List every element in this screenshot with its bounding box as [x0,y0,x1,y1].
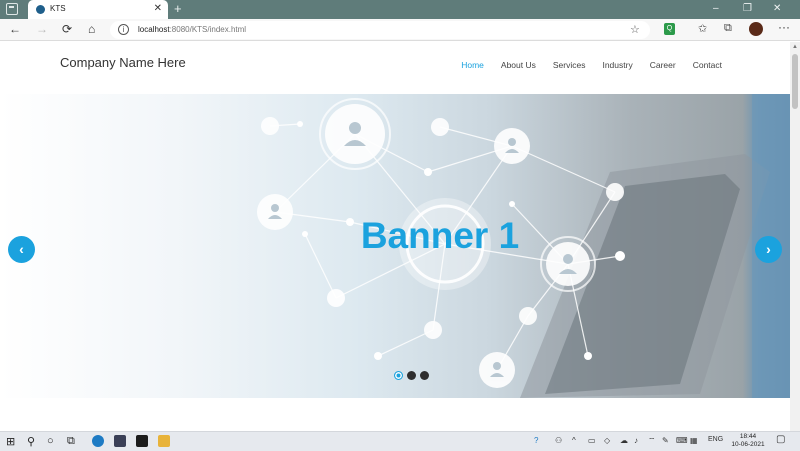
nav-services[interactable]: Services [553,60,586,70]
volume-icon[interactable]: ♪ [634,436,638,445]
browser-tab-bar: KTS ✕ + – ❐ ✕ [0,0,800,19]
wifi-icon[interactable]: ⌔ [648,436,656,446]
task-view-icon[interactable]: ⧉ [67,435,75,448]
search-icon[interactable]: ⚲ [27,435,35,448]
collections-icon[interactable]: ⧉ [724,22,732,35]
more-icon[interactable]: ··· [778,20,790,34]
cortana-icon[interactable]: ○ [47,435,54,447]
address-bar[interactable]: i localhost:8080/KTS/index.html ☆ [110,21,650,39]
battery-icon[interactable]: ▭ [588,436,596,445]
pen-icon[interactable]: ✎ [662,436,669,445]
keyboard-icon[interactable]: ⌨ [676,436,688,445]
nav-contact[interactable]: Contact [693,60,722,70]
chevron-right-icon: › [766,241,771,257]
brand-name[interactable]: Company Name Here [60,55,186,70]
notifications-icon[interactable]: ▢ [776,434,785,445]
carousel-dot-2[interactable] [407,371,416,380]
home-icon[interactable]: ⌂ [88,22,95,36]
windows-taskbar: ⊞ ⚲ ○ ⧉ ? ⚇ ^ ▭ ◇ ☁ ♪ ⌔ ✎ ⌨ ▦ ENG 18:44 … [0,431,800,451]
address-toolbar: ← → ⟳ ⌂ i localhost:8080/KTS/index.html … [0,19,800,41]
tab-close-icon[interactable]: ✕ [154,3,162,14]
tab-title: KTS [50,4,66,13]
start-icon[interactable]: ⊞ [6,435,15,448]
touch-keyboard-icon[interactable]: ▦ [690,436,698,445]
chevron-left-icon: ‹ [19,241,24,257]
favorite-star-icon[interactable]: ☆ [630,23,640,36]
nav-career[interactable]: Career [650,60,676,70]
restore-icon[interactable]: ❐ [743,3,752,14]
network-icon[interactable]: ◇ [604,436,610,445]
carousel-indicators [394,371,429,380]
clock-time: 18:44 [739,433,757,440]
nav-about-us[interactable]: About Us [501,60,536,70]
terminal-app-icon[interactable] [136,435,148,447]
tab-favicon-icon [36,5,45,14]
carousel-dot-1[interactable] [394,371,403,380]
app-icon[interactable] [114,435,126,447]
browser-tab[interactable]: KTS ✕ [28,0,168,19]
url-text[interactable]: localhost:8080/KTS/index.html [138,25,246,34]
edge-app-icon[interactable] [92,435,104,447]
help-icon[interactable]: ? [534,436,538,445]
carousel-dot-3[interactable] [420,371,429,380]
close-window-icon[interactable]: ✕ [773,3,781,14]
scroll-thumb[interactable] [792,54,798,109]
scroll-up-icon[interactable]: ▲ [792,44,798,50]
file-explorer-icon[interactable] [158,435,170,447]
nav-industry[interactable]: Industry [602,60,632,70]
main-nav: Home About Us Services Industry Career C… [461,60,722,70]
clock-date: 10-06-2021 [731,441,765,448]
favorites-icon[interactable]: ✩ [698,22,707,35]
carousel-prev-button[interactable]: ‹ [8,236,35,263]
chevron-up-icon[interactable]: ^ [572,436,576,445]
site-info-icon[interactable]: i [118,24,129,35]
carousel-next-button[interactable]: › [755,236,782,263]
language-indicator[interactable]: ENG [708,436,723,443]
tab-actions-icon[interactable] [6,3,18,15]
clock[interactable]: 18:44 10-06-2021 [728,433,768,449]
forward-icon[interactable]: → [36,22,48,36]
page-scrollbar[interactable]: ▲ [790,42,800,431]
refresh-icon[interactable]: ⟳ [62,22,72,36]
web-page: Company Name Here Home About Us Services… [0,42,790,431]
cloud-icon[interactable]: ☁ [620,436,628,445]
banner-carousel: Banner 1 ‹ › [0,94,790,398]
banner-title: Banner 1 [360,215,520,256]
profile-avatar[interactable] [749,22,763,36]
nav-home[interactable]: Home [461,60,484,70]
extension-icon[interactable]: Q [664,23,675,35]
back-icon[interactable]: ← [9,22,21,36]
new-tab-button[interactable]: + [174,1,182,16]
people-icon[interactable]: ⚇ [555,436,562,445]
minimize-icon[interactable]: – [713,3,719,14]
site-header: Company Name Here Home About Us Services… [0,42,790,94]
